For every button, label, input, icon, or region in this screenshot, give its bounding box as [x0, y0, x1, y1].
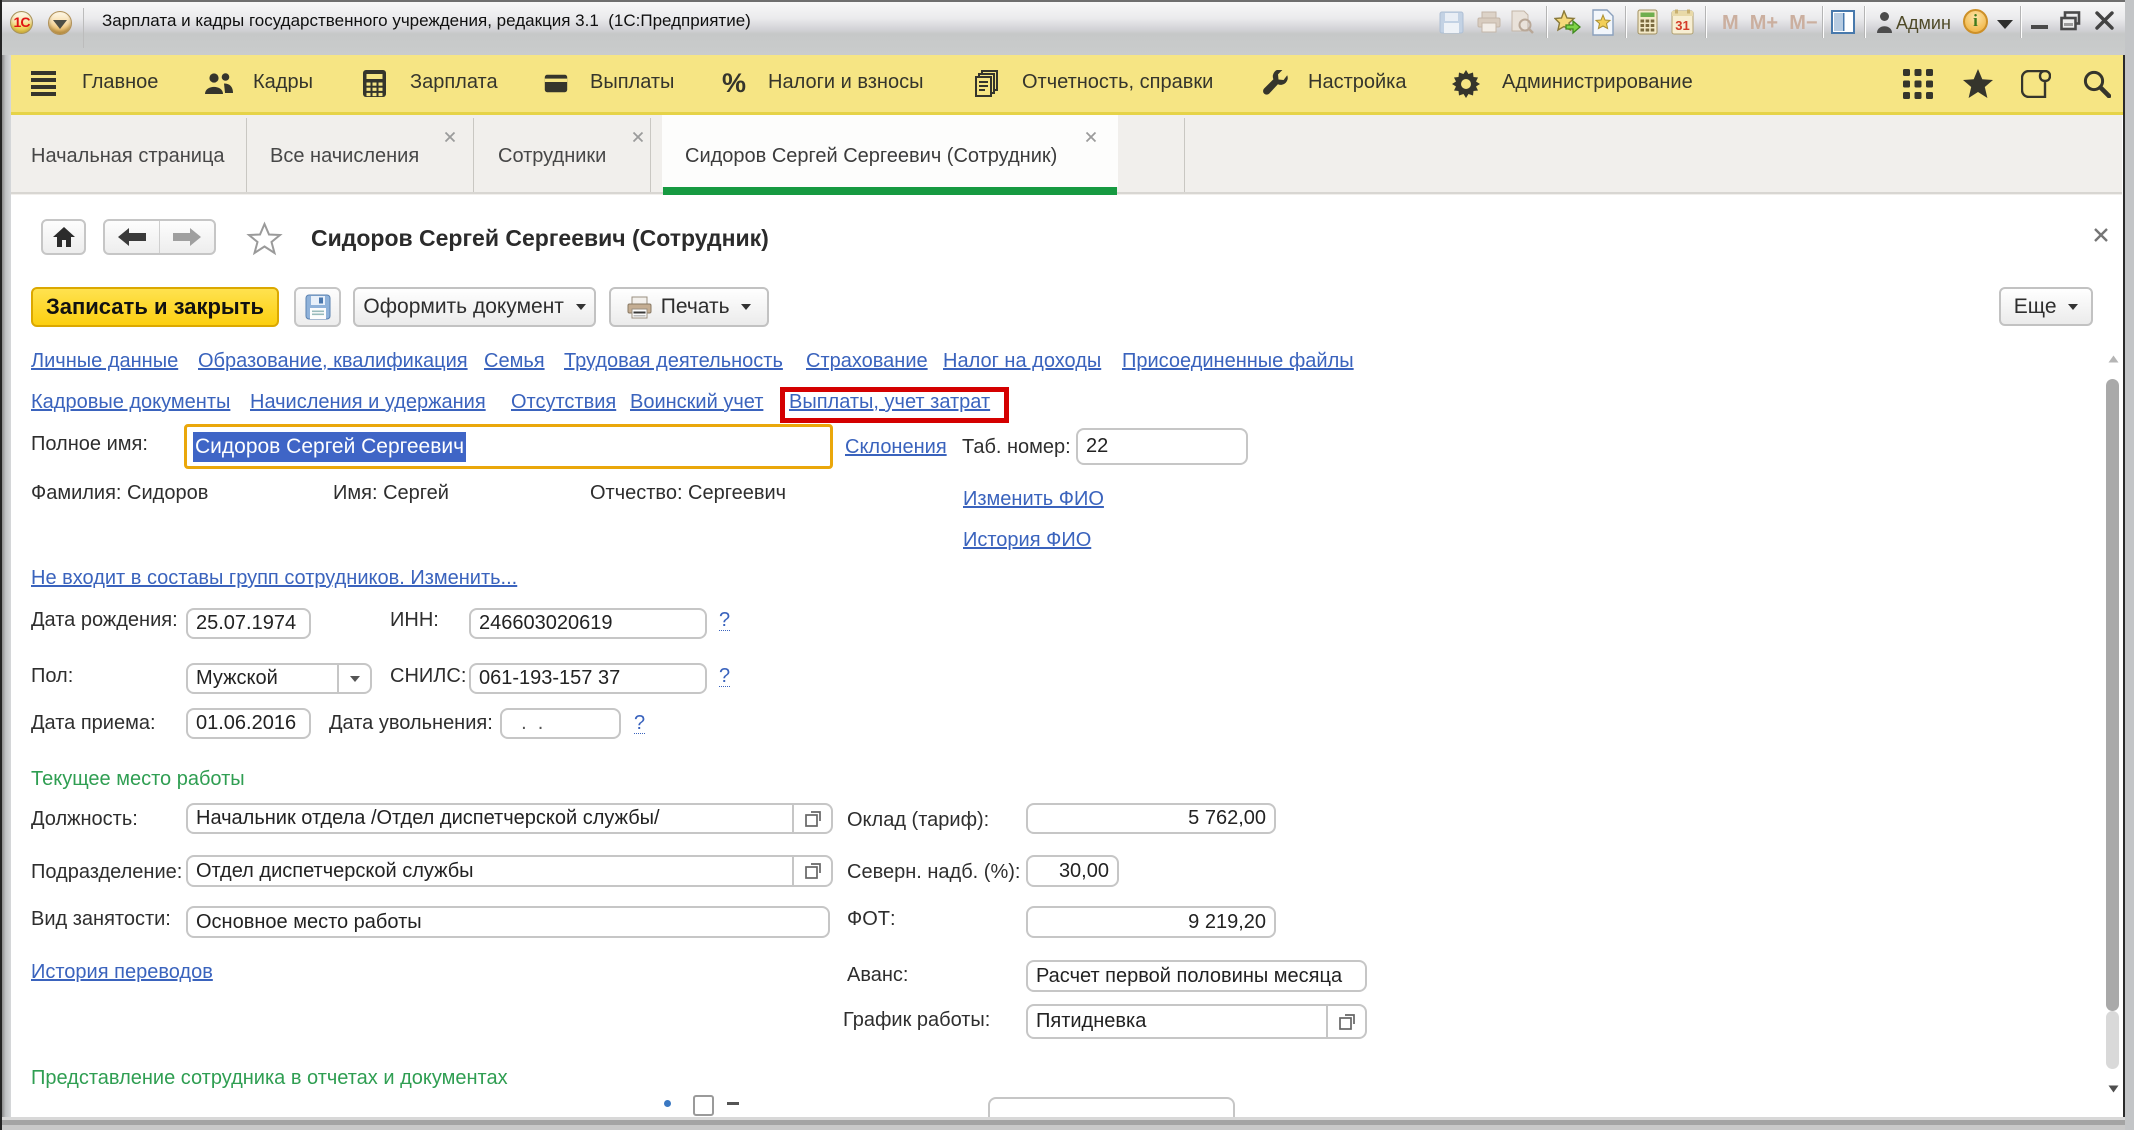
svg-text:31: 31: [1675, 18, 1689, 33]
